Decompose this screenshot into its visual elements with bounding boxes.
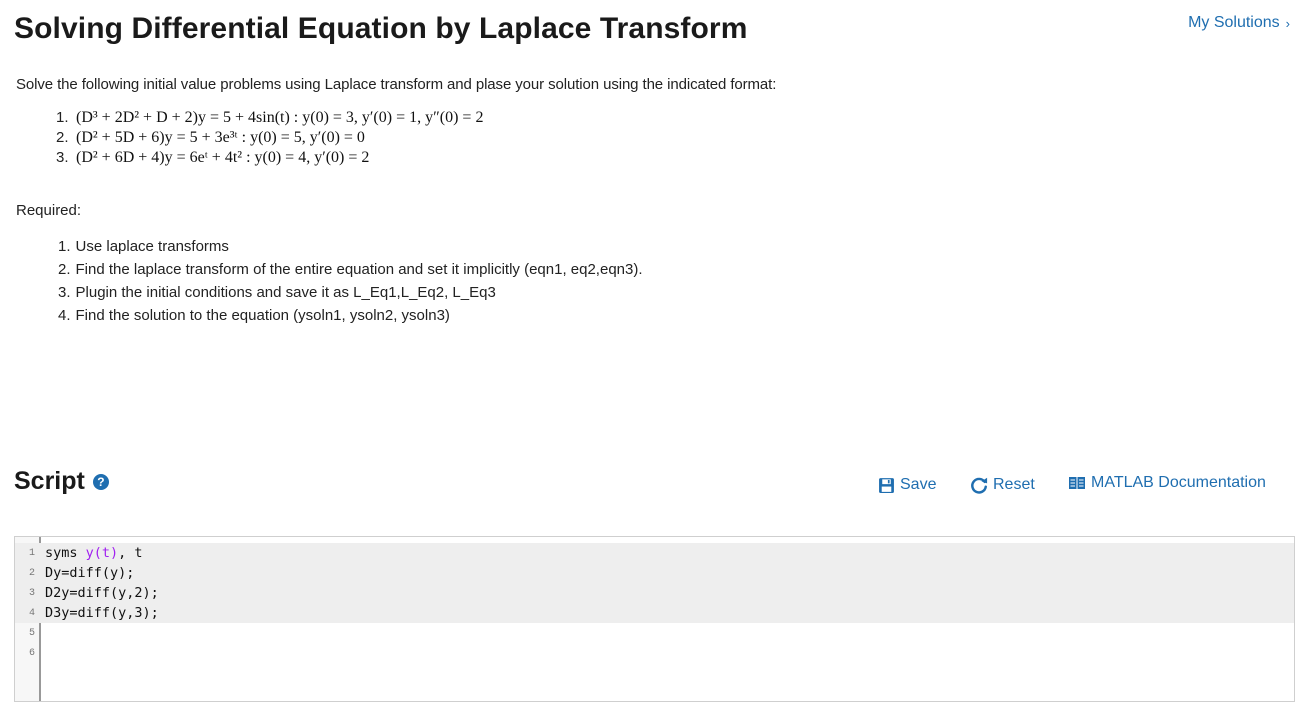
- required-label: Required:: [16, 202, 82, 219]
- equation-text: (D³ + 2D² + D + 2)y = 5 + 4sin(t) : y(0)…: [76, 109, 484, 126]
- save-icon: [879, 477, 894, 493]
- my-solutions-link[interactable]: My Solutions ›: [1188, 14, 1290, 32]
- code-variable: y(t): [85, 545, 119, 561]
- reset-label: Reset: [993, 476, 1035, 493]
- equation-number: 2.: [56, 129, 69, 146]
- code-rest: , t: [118, 545, 143, 561]
- code-line[interactable]: 1 syms y(t), t: [15, 543, 1294, 563]
- equation-number: 3.: [56, 149, 69, 166]
- required-text: Use laplace transforms: [75, 238, 229, 255]
- line-number: 4: [28, 607, 35, 619]
- code-line[interactable]: 6: [15, 643, 1294, 663]
- equation-text: (D² + 5D + 6)y = 5 + 3e³ᵗ : y(0) = 5, y′…: [76, 129, 365, 146]
- book-icon: [1069, 477, 1085, 489]
- line-number: 6: [28, 647, 35, 659]
- page-title: Solving Differential Equation by Laplace…: [14, 12, 748, 45]
- required-number: 2.: [58, 261, 71, 278]
- question-circle-icon[interactable]: ?: [92, 473, 109, 490]
- code-editor[interactable]: 1 syms y(t), t 2 Dy=diff(y); 3 D2y=diff(…: [14, 536, 1295, 702]
- code-text[interactable]: Dy=diff(y);: [45, 565, 134, 581]
- line-number: 2: [28, 567, 35, 579]
- required-item: 1. Use laplace transforms: [58, 235, 643, 258]
- code-line[interactable]: 3 D2y=diff(y,2);: [15, 583, 1294, 603]
- script-heading: Script ?: [14, 467, 109, 496]
- matlab-documentation-link[interactable]: MATLAB Documentation: [1068, 474, 1266, 492]
- line-number: 3: [28, 587, 35, 599]
- my-solutions-label: My Solutions: [1188, 14, 1280, 31]
- required-number: 1.: [58, 238, 71, 255]
- problem-intro: Solve the following initial value proble…: [16, 76, 777, 93]
- code-line[interactable]: 4 D3y=diff(y,3);: [15, 603, 1294, 623]
- required-item: 4. Find the solution to the equation (ys…: [58, 304, 643, 327]
- code-keyword: syms: [45, 545, 86, 561]
- chevron-right-icon: ›: [1285, 15, 1290, 31]
- required-number: 4.: [58, 307, 71, 324]
- required-text: Find the solution to the equation (ysoln…: [75, 307, 450, 324]
- required-text: Plugin the initial conditions and save i…: [75, 284, 496, 301]
- equation-number: 1.: [56, 109, 69, 126]
- required-item: 3. Plugin the initial conditions and sav…: [58, 281, 643, 304]
- required-list: 1. Use laplace transforms 2. Find the la…: [58, 235, 643, 327]
- required-number: 3.: [58, 284, 71, 301]
- code-text[interactable]: D2y=diff(y,2);: [45, 585, 159, 601]
- equation-item: 2. (D² + 5D + 6)y = 5 + 3e³ᵗ : y(0) = 5,…: [56, 128, 483, 148]
- equation-item: 3. (D² + 6D + 4)y = 6eᵗ + 4t² : y(0) = 4…: [56, 148, 483, 168]
- code-text[interactable]: syms y(t), t: [45, 545, 143, 561]
- save-button[interactable]: Save: [878, 476, 936, 494]
- reset-icon: [971, 477, 988, 494]
- script-title: Script: [14, 467, 85, 495]
- equation-text: (D² + 6D + 4)y = 6eᵗ + 4t² : y(0) = 4, y…: [76, 149, 370, 166]
- code-text[interactable]: D3y=diff(y,3);: [45, 605, 159, 621]
- required-item: 2. Find the laplace transform of the ent…: [58, 258, 643, 281]
- equation-list: 1. (D³ + 2D² + D + 2)y = 5 + 4sin(t) : y…: [56, 108, 483, 168]
- reset-button[interactable]: Reset: [970, 476, 1035, 494]
- equation-item: 1. (D³ + 2D² + D + 2)y = 5 + 4sin(t) : y…: [56, 108, 483, 128]
- save-label: Save: [900, 476, 937, 493]
- line-number: 1: [28, 547, 35, 559]
- code-line[interactable]: 5: [15, 623, 1294, 643]
- docs-label: MATLAB Documentation: [1091, 474, 1266, 491]
- required-text: Find the laplace transform of the entire…: [75, 261, 643, 278]
- code-line[interactable]: 2 Dy=diff(y);: [15, 563, 1294, 583]
- line-number: 5: [28, 627, 35, 639]
